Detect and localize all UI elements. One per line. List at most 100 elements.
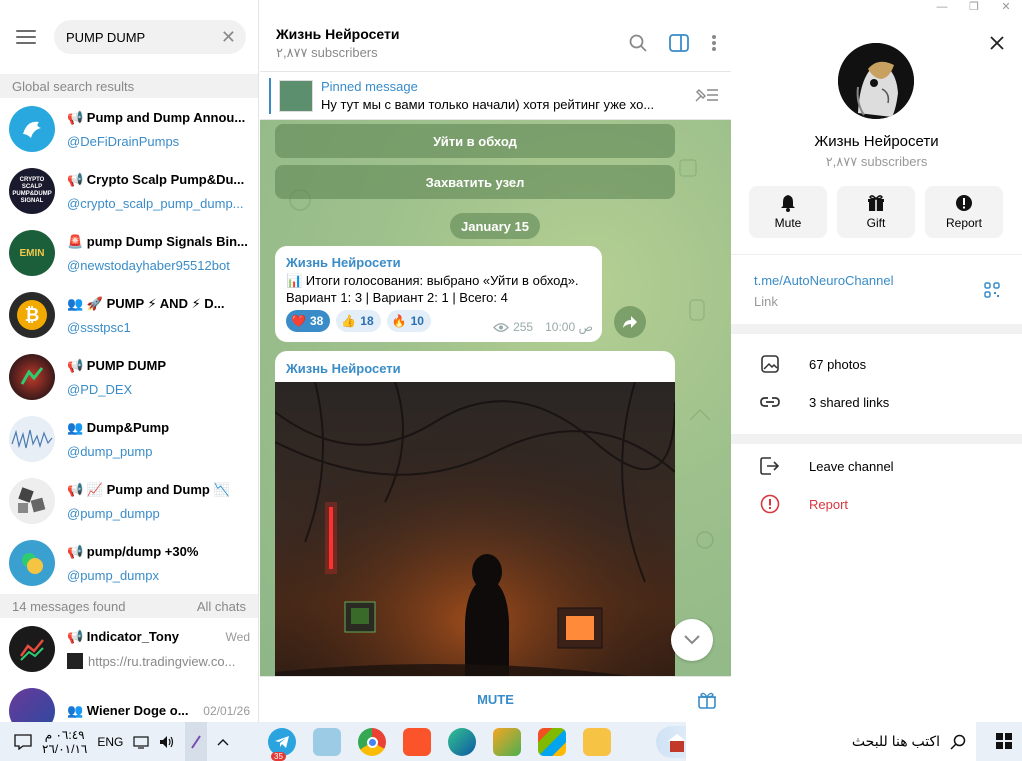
- more-options-icon[interactable]: [711, 34, 717, 52]
- report-icon: [760, 494, 780, 514]
- result-username: @PD_DEX: [67, 381, 133, 397]
- reaction-thumbs-up[interactable]: 👍 18: [336, 310, 381, 332]
- channel-link[interactable]: t.me/AutoNeuroChannel: [754, 273, 893, 288]
- image-message-bubble[interactable]: Жизнь Нейросети: [275, 351, 675, 691]
- chevron-up-icon[interactable]: [217, 738, 229, 746]
- qr-code-icon[interactable]: [984, 282, 1000, 298]
- result-username: @crypto_scalp_pump_dump...: [67, 195, 244, 211]
- close-icon[interactable]: [990, 36, 1004, 50]
- message-image[interactable]: [275, 382, 675, 691]
- gift-action-button[interactable]: Gift: [837, 186, 915, 238]
- game-app-icon[interactable]: [493, 728, 521, 756]
- pinned-thumbnail: [279, 79, 313, 112]
- profile-actions-section: Leave channel Report: [731, 444, 1022, 722]
- leave-icon: [760, 457, 780, 475]
- channel-avatar: [9, 540, 55, 586]
- channel-avatar: [9, 106, 55, 152]
- gift-icon[interactable]: [697, 690, 717, 710]
- store-app-icon[interactable]: [538, 728, 566, 756]
- photo-icon: [761, 355, 779, 373]
- profile-avatar[interactable]: [838, 43, 914, 119]
- taskbar-search[interactable]: اكتب هنا للبحث: [686, 722, 976, 761]
- taskbar-search-placeholder[interactable]: اكتب هنا للبحث: [852, 733, 940, 750]
- pinned-message-bar[interactable]: Pinned message Ну тут мы с вами только н…: [260, 72, 731, 120]
- minimize-button[interactable]: —: [926, 0, 958, 14]
- leave-channel-row[interactable]: Leave channel: [731, 447, 1022, 485]
- link-preview-icon: [67, 653, 83, 669]
- search-result-row[interactable]: 👥 Dump&Pump @dump_pump: [0, 408, 258, 470]
- notifications-icon[interactable]: [14, 733, 32, 750]
- result-title: 📢 Crypto Scalp Pump&Du...: [67, 171, 245, 187]
- file-explorer-app-icon[interactable]: [583, 728, 611, 756]
- result-username: @pump_dumpp: [67, 505, 160, 521]
- scroll-down-button[interactable]: [671, 619, 713, 661]
- sidebar-toggle-icon[interactable]: [669, 34, 689, 52]
- shared-links-row[interactable]: 3 shared links: [731, 383, 1022, 421]
- result-username: @ssstpsc1: [67, 319, 131, 335]
- result-title: 👥 🚀 PUMP ⚡ AND ⚡ D...: [67, 295, 225, 311]
- alert-icon: [956, 195, 972, 211]
- date-separator: January 15: [450, 213, 540, 239]
- profile-link-section[interactable]: t.me/AutoNeuroChannel Link: [731, 254, 1022, 324]
- channel-avatar: [9, 626, 55, 672]
- keyboard-button[interactable]: Захватить узел: [275, 165, 675, 199]
- search-icon[interactable]: [629, 34, 647, 52]
- channel-avatar: [9, 354, 55, 400]
- chat-header[interactable]: Жизнь Нейросети ٢,٨٧٧ subscribers: [260, 0, 731, 72]
- reaction-fire[interactable]: 🔥 10: [386, 310, 431, 332]
- clear-search-icon[interactable]: ✕: [221, 28, 236, 46]
- pinned-list-icon[interactable]: [693, 86, 719, 104]
- brave-app-icon[interactable]: [403, 728, 431, 756]
- report-row[interactable]: Report: [731, 485, 1022, 523]
- search-result-row[interactable]: 📢 📈 Pump and Dump 📉 @pump_dumpp: [0, 470, 258, 532]
- telegram-app-icon[interactable]: 35: [268, 728, 296, 761]
- all-chats-filter[interactable]: All chats: [197, 599, 246, 614]
- pinned-label: Pinned message: [321, 79, 418, 94]
- pen-tray-icon[interactable]: [185, 722, 208, 761]
- profile-name: Жизнь Нейросети: [814, 133, 939, 150]
- edge-app-icon[interactable]: [448, 728, 476, 756]
- clock[interactable]: ٠٦:٤٩ م ٢٦/٠١/١٦: [42, 728, 87, 756]
- search-result-row[interactable]: 📢 pump/dump +30% @pump_dumpx: [0, 532, 258, 594]
- report-action-button[interactable]: Report: [925, 186, 1003, 238]
- search-input-value[interactable]: PUMP DUMP: [66, 30, 221, 45]
- search-result-row[interactable]: CRYPTO SCALP PUMP&DUMP SIGNAL 📢 Crypto S…: [0, 160, 258, 222]
- channel-avatar: [9, 416, 55, 462]
- search-result-row[interactable]: EMIN 🚨 pump Dump Signals Bin... @newstod…: [0, 222, 258, 284]
- taskbar-apps: 35: [268, 728, 611, 761]
- menu-icon[interactable]: [16, 30, 36, 44]
- search-input[interactable]: PUMP DUMP ✕: [54, 20, 246, 54]
- search-result-row[interactable]: ₿ 👥 🚀 PUMP ⚡ AND ⚡ D... @ssstpsc1: [0, 284, 258, 346]
- photos-row[interactable]: 67 photos: [731, 345, 1022, 383]
- language-indicator[interactable]: ENG: [97, 735, 123, 749]
- message-result-row[interactable]: 📢 Indicator_Tony Wed https://ru.tradingv…: [0, 618, 258, 680]
- restore-button[interactable]: ❐: [958, 0, 990, 14]
- close-window-button[interactable]: ✕: [990, 0, 1022, 14]
- reaction-heart[interactable]: ❤️ 38: [286, 310, 331, 332]
- system-tray: ٠٦:٤٩ م ٢٦/٠١/١٦ ENG: [14, 722, 229, 761]
- mute-button[interactable]: MUTE: [477, 692, 514, 707]
- result-title: 📢 Indicator_Tony: [67, 629, 180, 644]
- network-icon[interactable]: [133, 735, 149, 749]
- message-author[interactable]: Жизнь Нейросети: [275, 351, 675, 382]
- result-title: 🚨 pump Dump Signals Bin...: [67, 233, 248, 249]
- keyboard-button[interactable]: Уйти в обход: [275, 124, 675, 158]
- windows-start-icon[interactable]: [996, 733, 1012, 749]
- mute-action-button[interactable]: Mute: [749, 186, 827, 238]
- pinned-indicator: [269, 77, 271, 114]
- result-title: 📢 📈 Pump and Dump 📉: [67, 481, 230, 497]
- search-bar: PUMP DUMP ✕: [0, 0, 258, 74]
- search-result-row[interactable]: 📢 PUMP DUMP @PD_DEX: [0, 346, 258, 408]
- search-result-row[interactable]: 📢 Pump and Dump Annou... @DeFiDrainPumps: [0, 98, 258, 160]
- volume-icon[interactable]: [159, 735, 175, 749]
- share-button[interactable]: [614, 306, 646, 338]
- channel-avatar: EMIN: [9, 230, 55, 276]
- chrome-app-icon[interactable]: [358, 728, 386, 756]
- result-title: 📢 Pump and Dump Annou...: [67, 109, 246, 125]
- message-author[interactable]: Жизнь Нейросети: [286, 255, 591, 270]
- notepad-app-icon[interactable]: [313, 728, 341, 756]
- profile-subscribers: ٢,٨٧٧ subscribers: [825, 154, 928, 169]
- message-bubble[interactable]: Жизнь Нейросети 📊 Итоги голосования: выб…: [275, 246, 602, 342]
- message-result-row[interactable]: 👥 Wiener Doge o... 02/01/26: [0, 680, 258, 722]
- eye-icon: [493, 322, 509, 332]
